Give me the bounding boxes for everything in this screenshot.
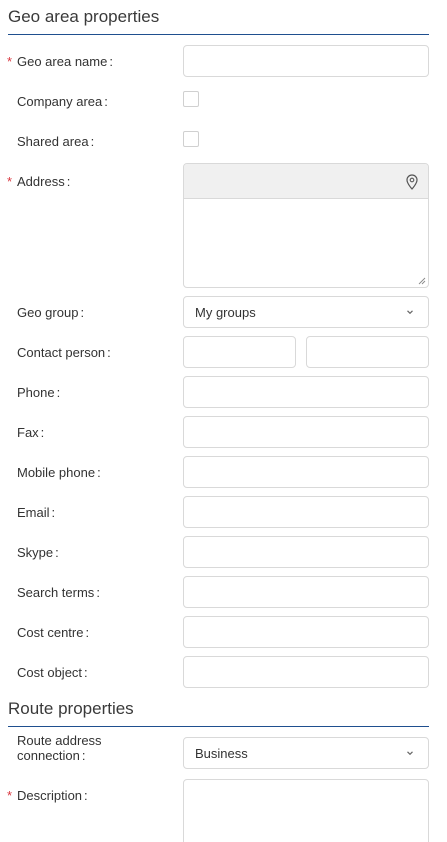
skype-label-text: Skype bbox=[17, 545, 54, 560]
mobile-phone-input[interactable] bbox=[183, 456, 429, 488]
shared-area-label-text: Shared area bbox=[17, 134, 89, 149]
search-terms-label: Search terms: bbox=[17, 585, 100, 600]
geo-area-name-label-text: Geo area name bbox=[17, 54, 108, 69]
contact-person-last-input[interactable] bbox=[306, 336, 429, 368]
email-label: Email: bbox=[17, 505, 55, 520]
label-colon: : bbox=[81, 748, 86, 763]
cost-object-input[interactable] bbox=[183, 656, 429, 688]
cost-centre-input[interactable] bbox=[183, 616, 429, 648]
geo-group-label-text: Geo group bbox=[17, 305, 79, 320]
skype-label: Skype: bbox=[17, 545, 59, 560]
description-label: * Description: bbox=[7, 788, 88, 803]
label-colon: : bbox=[107, 345, 111, 360]
company-area-label: Company area: bbox=[17, 94, 108, 109]
phone-label: Phone: bbox=[17, 385, 60, 400]
route-address-connection-value: Business bbox=[195, 746, 248, 761]
address-search-bar[interactable] bbox=[184, 164, 428, 199]
route-address-connection-label: Route address connection: bbox=[17, 733, 147, 763]
description-textarea[interactable] bbox=[183, 779, 429, 842]
shared-area-label: Shared area: bbox=[17, 134, 94, 149]
label-colon: : bbox=[109, 54, 113, 69]
geo-area-name-input[interactable] bbox=[183, 45, 429, 77]
label-colon: : bbox=[55, 545, 59, 560]
email-label-text: Email bbox=[17, 505, 50, 520]
route-section-divider bbox=[8, 726, 429, 727]
cost-object-label-text: Cost object bbox=[17, 665, 83, 680]
fax-input[interactable] bbox=[183, 416, 429, 448]
search-terms-label-text: Search terms bbox=[17, 585, 95, 600]
route-address-connection-label-line1: Route address bbox=[17, 733, 102, 748]
required-marker: * bbox=[7, 174, 13, 189]
address-label: * Address: bbox=[7, 174, 71, 189]
label-colon: : bbox=[104, 94, 108, 109]
contact-person-label-text: Contact person bbox=[17, 345, 106, 360]
label-colon: : bbox=[90, 134, 95, 149]
label-colon: : bbox=[40, 425, 45, 440]
fax-label: Fax: bbox=[17, 425, 44, 440]
label-colon: : bbox=[51, 505, 56, 520]
label-colon: : bbox=[56, 385, 61, 400]
label-colon: : bbox=[84, 788, 88, 803]
label-colon: : bbox=[80, 305, 85, 320]
search-terms-input[interactable] bbox=[183, 576, 429, 608]
address-field[interactable] bbox=[183, 163, 429, 288]
geo-group-value: My groups bbox=[195, 305, 256, 320]
geo-section-divider bbox=[8, 34, 429, 35]
fax-label-text: Fax bbox=[17, 425, 39, 440]
label-colon: : bbox=[85, 625, 90, 640]
mobile-phone-label: Mobile phone: bbox=[17, 465, 101, 480]
company-area-label-text: Company area bbox=[17, 94, 103, 109]
cost-object-label: Cost object: bbox=[17, 665, 88, 680]
geo-section-title: Geo area properties bbox=[8, 7, 160, 26]
required-marker: * bbox=[7, 788, 13, 803]
description-label-text: Description bbox=[17, 788, 83, 803]
contact-person-label: Contact person: bbox=[17, 345, 111, 360]
geo-area-name-label: * Geo area name: bbox=[7, 54, 113, 69]
skype-input[interactable] bbox=[183, 536, 429, 568]
cost-centre-label: Cost centre: bbox=[17, 625, 89, 640]
cost-centre-label-text: Cost centre bbox=[17, 625, 84, 640]
route-section-title: Route properties bbox=[8, 699, 134, 718]
label-colon: : bbox=[84, 665, 88, 680]
chevron-down-icon bbox=[407, 751, 413, 756]
geo-group-label: Geo group: bbox=[17, 305, 84, 320]
mobile-phone-label-text: Mobile phone bbox=[17, 465, 96, 480]
email-input[interactable] bbox=[183, 496, 429, 528]
map-pin-icon[interactable] bbox=[406, 174, 418, 190]
company-area-checkbox[interactable] bbox=[183, 91, 199, 107]
contact-person-first-input[interactable] bbox=[183, 336, 296, 368]
chevron-down-icon bbox=[407, 310, 413, 315]
shared-area-checkbox[interactable] bbox=[183, 131, 199, 147]
required-marker: * bbox=[7, 54, 13, 69]
resize-handle-icon[interactable] bbox=[418, 277, 426, 285]
phone-label-text: Phone bbox=[17, 385, 55, 400]
address-label-text: Address bbox=[17, 174, 65, 189]
label-colon: : bbox=[96, 585, 100, 600]
label-colon: : bbox=[66, 174, 71, 189]
geo-group-select[interactable]: My groups bbox=[183, 296, 429, 328]
label-colon: : bbox=[97, 465, 101, 480]
route-address-connection-label-line2: connection bbox=[17, 748, 80, 763]
phone-input[interactable] bbox=[183, 376, 429, 408]
route-address-connection-select[interactable]: Business bbox=[183, 737, 429, 769]
